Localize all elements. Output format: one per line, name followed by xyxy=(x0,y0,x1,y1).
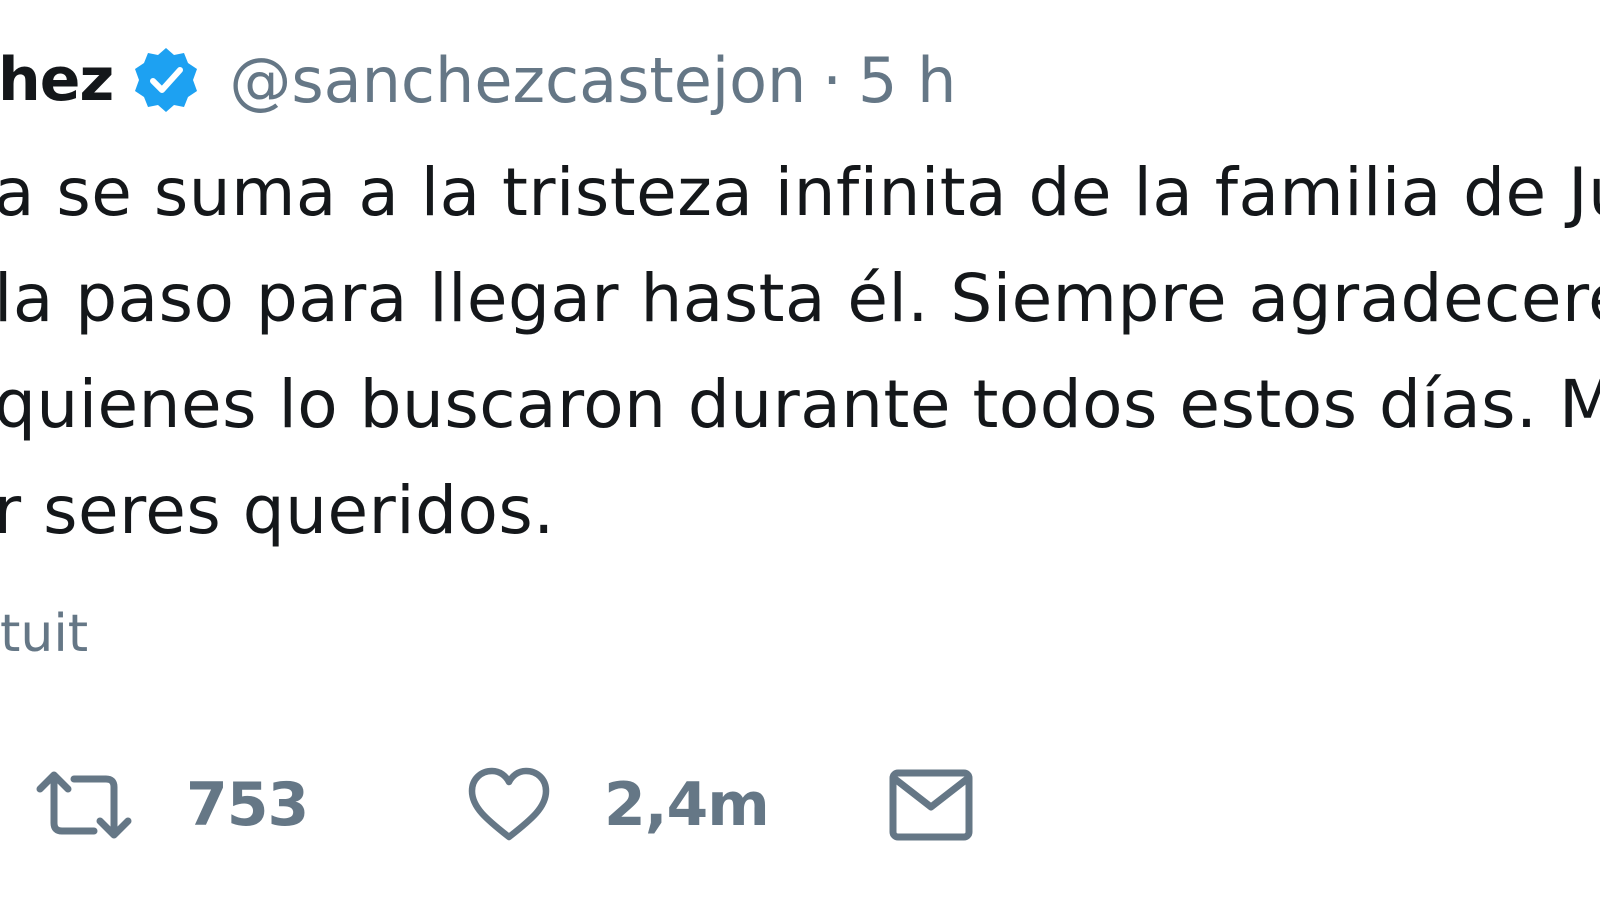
tweet-text-line: quienes lo buscaron durante todos estos … xyxy=(0,366,1600,443)
tweet-header: hez @sanchezcastejon · 5 h xyxy=(0,30,956,130)
retweet-icon xyxy=(34,765,134,845)
author-name[interactable]: hez xyxy=(0,45,114,115)
direct-message-button[interactable] xyxy=(888,760,974,850)
retweet-count: 753 xyxy=(186,770,309,840)
separator-dot: · xyxy=(822,43,843,117)
tweet-text: a se suma a la tristeza infinita de la f… xyxy=(0,140,1600,564)
like-count: 2,4m xyxy=(604,770,770,840)
tweet[interactable]: hez @sanchezcastejon · 5 h a se suma a l… xyxy=(0,0,1600,900)
tweet-text-line: r seres queridos. xyxy=(0,472,555,549)
heart-icon xyxy=(466,765,552,845)
author-handle[interactable]: @sanchezcastejon xyxy=(229,44,806,117)
verified-badge-icon xyxy=(131,45,201,115)
like-button[interactable]: 2,4m xyxy=(466,760,770,850)
envelope-icon xyxy=(888,767,974,843)
translate-tweet-link[interactable]: tuit xyxy=(0,604,88,664)
tweet-actions: 753 2,4m xyxy=(0,760,1100,850)
tweet-text-line: a se suma a la tristeza infinita de la f… xyxy=(0,154,1600,231)
tweet-text-line: la paso para llegar hasta él. Siempre ag… xyxy=(0,260,1600,337)
tweet-timestamp[interactable]: 5 h xyxy=(858,44,956,117)
retweet-button[interactable]: 753 xyxy=(34,760,309,850)
